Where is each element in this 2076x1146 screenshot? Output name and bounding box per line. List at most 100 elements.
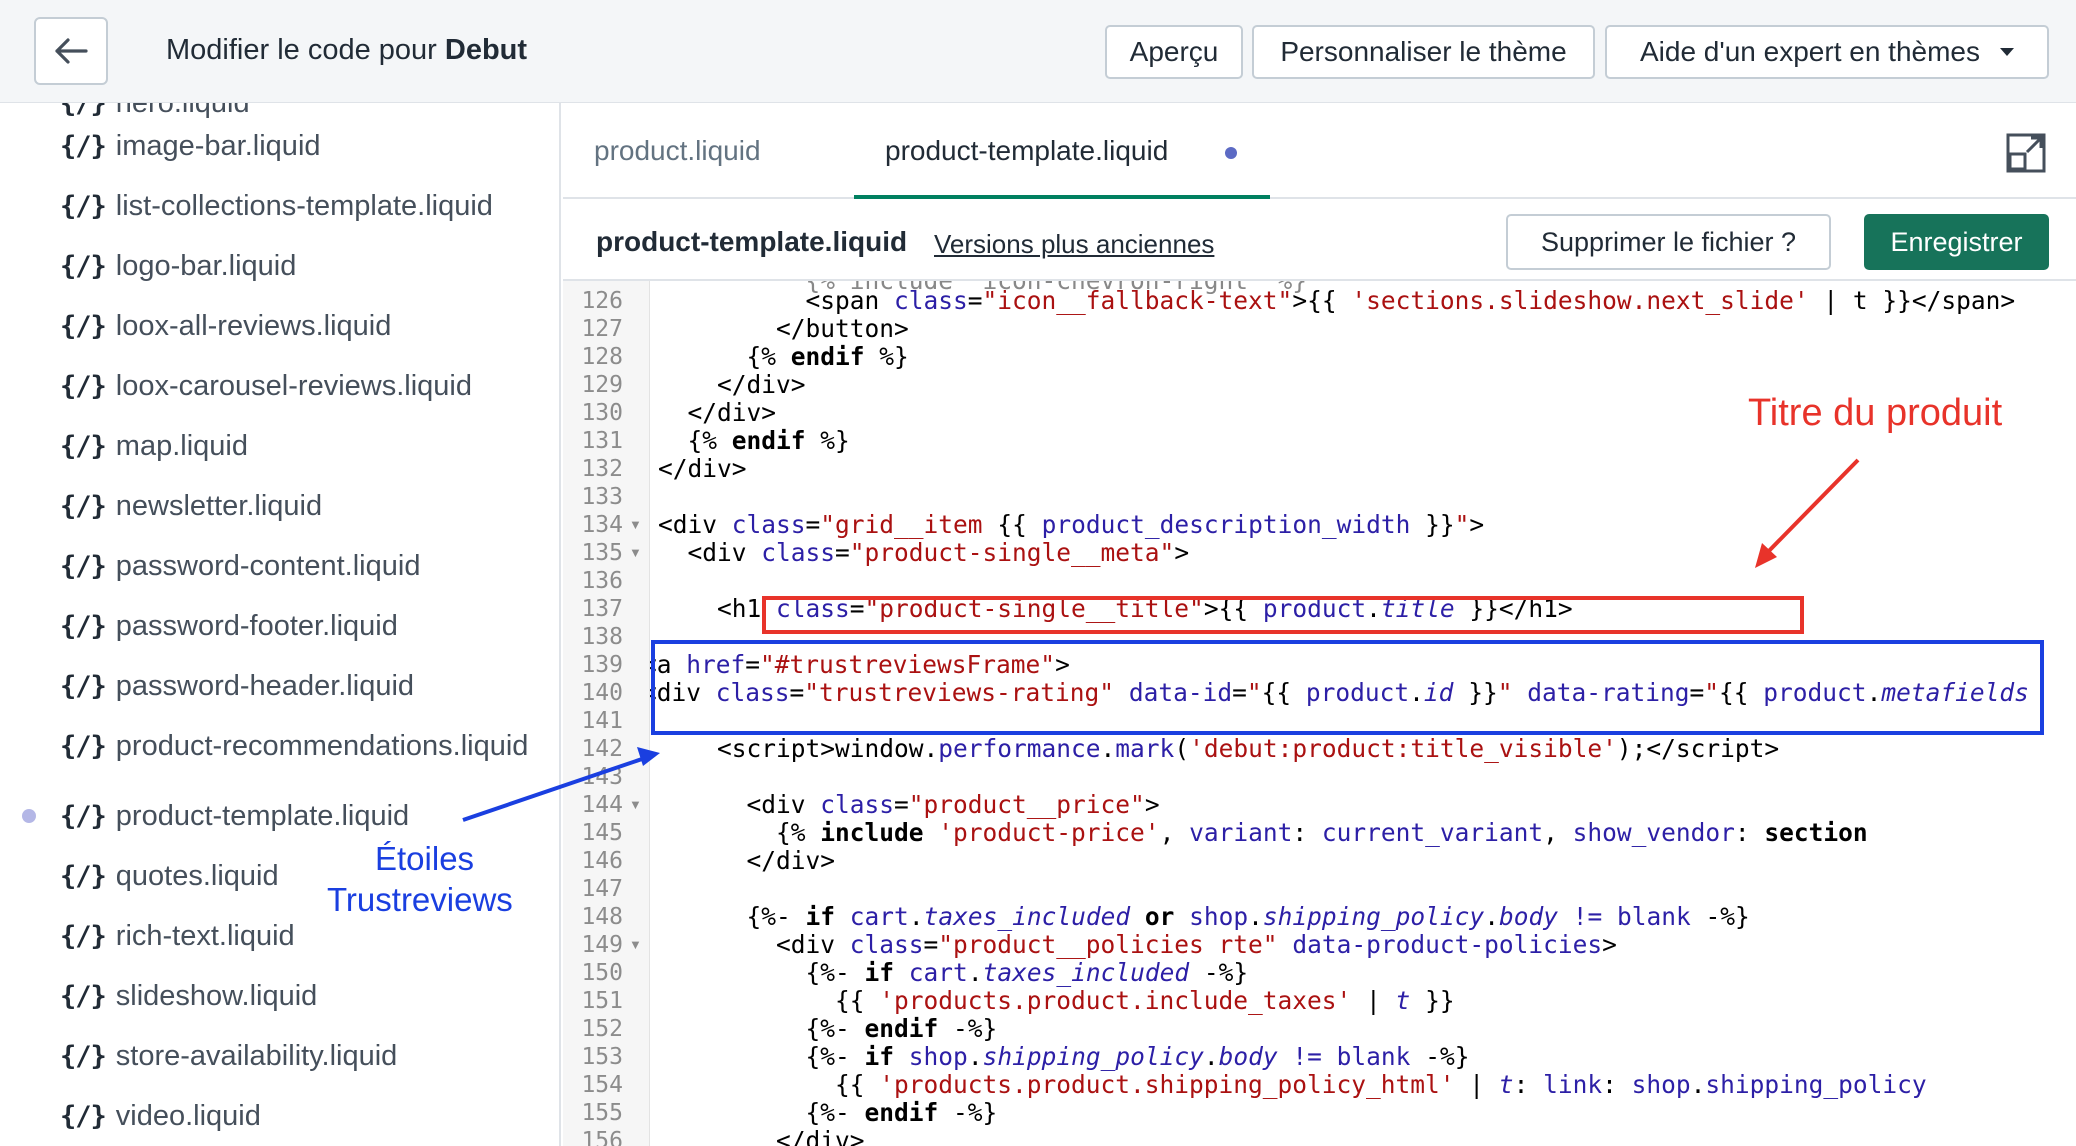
liquid-file-icon: {/} [60, 980, 107, 1012]
top-bar: Modifier le code pour Debut Aperçu Perso… [0, 0, 2076, 103]
file-item[interactable]: {/} store-availability.liquid [60, 1031, 397, 1081]
file-item[interactable]: {/} loox-all-reviews.liquid [60, 301, 391, 351]
theme-expert-dropdown[interactable]: Aide d'un expert en thèmes [1605, 25, 2049, 79]
liquid-file-icon: {/} [60, 920, 107, 952]
file-item[interactable]: {/} product-recommendations.liquid [60, 721, 528, 771]
code-line: </div> [658, 454, 747, 483]
file-item[interactable]: {/} loox-carousel-reviews.liquid [60, 361, 472, 411]
file-item[interactable]: {/} video.liquid [60, 1091, 261, 1141]
liquid-file-icon: {/} [60, 730, 107, 762]
stars-annotation-line1: Étoiles [375, 840, 475, 877]
fold-toggle-icon[interactable]: ▼ [629, 539, 642, 567]
liquid-file-icon: {/} [60, 370, 107, 402]
save-button[interactable]: Enregistrer [1864, 214, 2049, 270]
file-sidebar[interactable]: {/}hero.liquid {/}image-bar.liquid {/}li… [0, 103, 561, 1146]
file-item-label: slideshow.liquid [115, 979, 318, 1012]
code-line: </button> [658, 314, 909, 343]
editor-tab-bar: product.liquid product-template.liquid [563, 103, 2076, 199]
file-item-label: image-bar.liquid [115, 129, 321, 162]
liquid-file-icon: {/} [60, 310, 107, 342]
line-number: 146 [581, 848, 623, 874]
file-item-label: password-header.liquid [115, 669, 415, 702]
line-number: 151 [581, 988, 623, 1014]
file-item-active[interactable]: {/} product-template.liquid [60, 791, 409, 841]
liquid-file-icon: {/} [60, 800, 107, 832]
file-item[interactable]: {/} password-header.liquid [60, 661, 414, 711]
liquid-file-icon: {/} [60, 610, 107, 642]
older-versions-link[interactable]: Versions plus anciennes [934, 229, 1214, 260]
expand-icon[interactable] [2005, 132, 2047, 174]
file-item[interactable]: {/} newsletter.liquid [60, 481, 322, 531]
fold-toggle-icon[interactable]: ▼ [629, 791, 642, 819]
file-item-label: video.liquid [115, 1099, 261, 1132]
theme-name: Debut [444, 34, 528, 66]
customize-theme-button[interactable]: Personnaliser le thème [1252, 25, 1595, 79]
tab-product-template-liquid[interactable]: product-template.liquid [885, 103, 1168, 199]
delete-file-label: Supprimer le fichier ? [1540, 226, 1797, 257]
line-number: 152 [581, 1016, 623, 1042]
code-line: {%- endif -%} [658, 1098, 998, 1127]
code-line: {%- endif -%} [658, 1014, 998, 1043]
file-item-label: rich-text.liquid [115, 919, 295, 952]
fold-toggle-icon[interactable]: ▼ [629, 511, 642, 539]
delete-file-button[interactable]: Supprimer le fichier ? [1506, 214, 1831, 270]
code-line: <div class="product__policies rte" data-… [658, 930, 1617, 959]
trustreviews-stars-highlight [651, 640, 2044, 735]
file-item[interactable]: {/} password-footer.liquid [60, 601, 398, 651]
code-line: {%- if shop.shipping_policy.body != blan… [658, 1042, 1470, 1071]
preview-button[interactable]: Aperçu [1105, 25, 1243, 79]
code-line: </div> [658, 398, 777, 427]
page-title: Modifier le code pour Debut [166, 34, 527, 67]
line-number: 127 [581, 316, 623, 342]
line-number: 136 [581, 568, 623, 594]
code-line: {%- if cart.taxes_included or shop.shipp… [658, 902, 1750, 931]
code-line: <div class="product__price"> [658, 790, 1160, 819]
code-line: <div class="product-single__meta"> [658, 538, 1190, 567]
file-item[interactable]: {/} password-content.liquid [60, 541, 420, 591]
line-number: 137 [581, 596, 623, 622]
tab-product-liquid[interactable]: product.liquid [594, 103, 761, 199]
active-file-dot [22, 809, 36, 823]
code-line: {% include 'product-price', variant: cur… [658, 818, 1868, 847]
liquid-file-icon: {/} [60, 250, 107, 282]
file-item[interactable]: {/} slideshow.liquid [60, 971, 317, 1021]
line-number: 134 [581, 512, 623, 538]
line-number: 148 [581, 904, 623, 930]
line-number: 153 [581, 1044, 623, 1070]
product-title-highlight [762, 596, 1804, 634]
liquid-file-icon: {/} [60, 1100, 107, 1132]
file-item-label: newsletter.liquid [115, 489, 323, 522]
file-item-label: logo-bar.liquid [115, 249, 297, 282]
line-number-gutter: 125126127128129130131132133134▼135▼13613… [563, 281, 650, 1146]
line-number: 150 [581, 960, 623, 986]
tab-label: product.liquid [594, 135, 761, 166]
file-item-label: quotes.liquid [115, 859, 279, 892]
code-line: {% endif %} [658, 342, 909, 371]
theme-expert-dropdown-label: Aide d'un expert en thèmes [1639, 36, 1980, 67]
code-line: <div class="grid__item {{ product_descri… [658, 510, 1485, 539]
line-number: 142 [581, 736, 623, 762]
file-item[interactable]: {/} list-collections-template.liquid [60, 181, 493, 231]
file-item-label: product-recommendations.liquid [115, 729, 529, 762]
line-number: 139 [581, 652, 623, 678]
file-item-label: store-availability.liquid [115, 1039, 398, 1072]
fold-toggle-icon[interactable]: ▼ [629, 931, 642, 959]
caret-down-icon [2000, 48, 2014, 56]
file-item[interactable]: {/} rich-text.liquid [60, 911, 295, 961]
line-number: 131 [581, 428, 623, 454]
file-item[interactable]: {/} logo-bar.liquid [60, 241, 296, 291]
code-line: <span class="icon__fallback-text">{{ 'se… [658, 286, 2016, 315]
liquid-file-icon: {/} [60, 860, 107, 892]
page-title-prefix: Modifier le code pour [166, 34, 445, 66]
liquid-file-icon: {/} [60, 190, 107, 222]
file-item[interactable]: {/} quotes.liquid [60, 851, 279, 901]
file-item-label: list-collections-template.liquid [115, 189, 493, 222]
line-number: 135 [581, 540, 623, 566]
current-file-name: product-template.liquid [596, 226, 908, 257]
back-button[interactable] [34, 17, 108, 85]
line-number: 141 [581, 708, 623, 734]
file-item[interactable]: {/} image-bar.liquid [60, 121, 321, 171]
file-item-label: password-content.liquid [115, 549, 421, 582]
arrow-left-icon [55, 38, 88, 64]
file-item[interactable]: {/} map.liquid [60, 421, 248, 471]
